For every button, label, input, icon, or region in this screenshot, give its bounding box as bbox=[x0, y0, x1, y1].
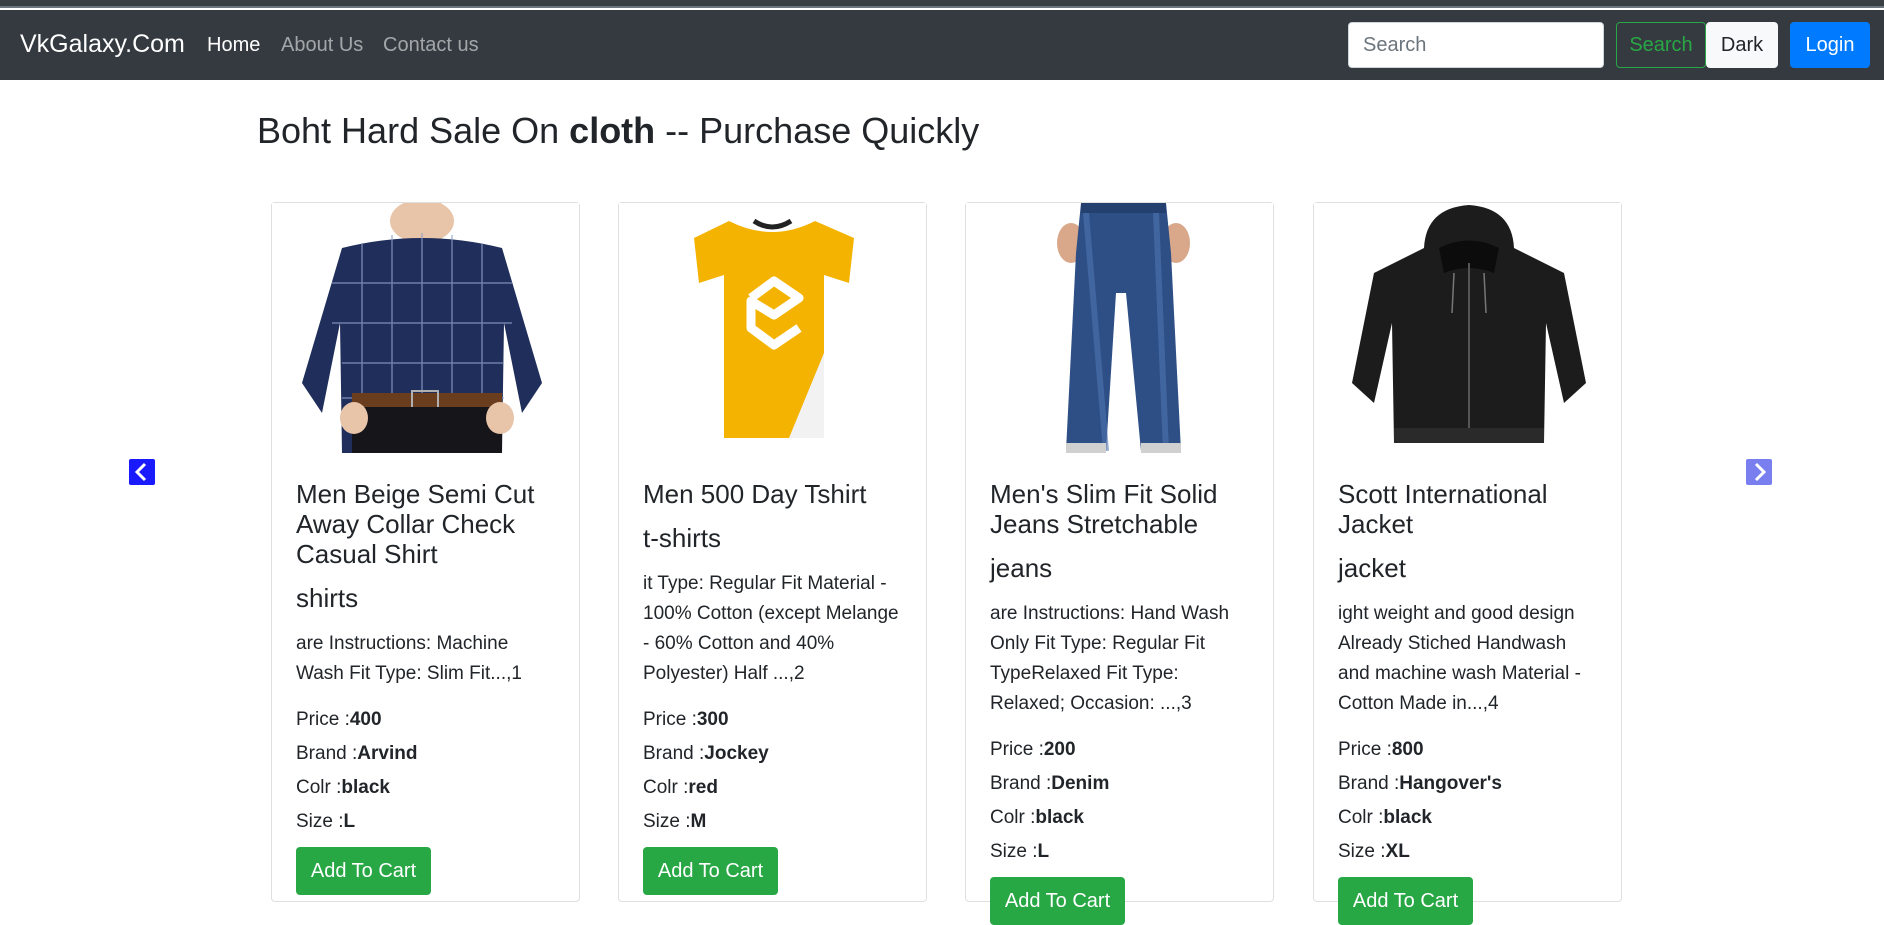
login-button[interactable]: Login bbox=[1790, 22, 1870, 68]
price-value: 400 bbox=[349, 709, 382, 730]
product-category: shirts bbox=[296, 583, 359, 613]
search-input[interactable] bbox=[1348, 22, 1604, 68]
size-label: Size : bbox=[643, 811, 691, 832]
dark-mode-button[interactable]: Dark bbox=[1706, 22, 1778, 68]
product-size: Size :L bbox=[990, 835, 1252, 869]
product-title: Men Beige Semi Cut Away Collar Check Cas… bbox=[296, 479, 535, 569]
product-color: Colr :red bbox=[643, 771, 905, 805]
color-label: Colr : bbox=[296, 777, 342, 798]
brand-value: Arvind bbox=[357, 743, 418, 764]
product-color: Colr :black bbox=[1338, 801, 1600, 835]
product-brand: Brand :Jockey bbox=[643, 737, 905, 771]
add-to-cart-button[interactable]: Add To Cart bbox=[990, 877, 1125, 925]
product-category: t-shirts bbox=[643, 523, 721, 553]
product-description: are Instructions: Machine Wash Fit Type:… bbox=[296, 633, 522, 684]
product-card: Men Beige Semi Cut Away Collar Check Cas… bbox=[271, 202, 580, 902]
product-color: Colr :black bbox=[296, 771, 558, 805]
price-label: Price : bbox=[296, 709, 350, 730]
product-card: Scott International Jacket jacket ight w… bbox=[1313, 202, 1622, 925]
price-value: 300 bbox=[696, 709, 729, 730]
product-size: Size :XL bbox=[1338, 835, 1600, 869]
brand-label: Brand : bbox=[990, 773, 1052, 794]
product-description: ight weight and good design Already Stic… bbox=[1338, 603, 1581, 714]
product-description: are Instructions: Hand Wash Only Fit Typ… bbox=[990, 603, 1230, 714]
add-to-cart-button[interactable]: Add To Cart bbox=[643, 847, 778, 895]
product-image-tshirt bbox=[619, 203, 926, 453]
size-value: M bbox=[690, 811, 707, 832]
product-title: Scott International Jacket bbox=[1338, 479, 1548, 539]
add-to-cart-button[interactable]: Add To Cart bbox=[1338, 877, 1473, 925]
nav-link-home[interactable]: Home bbox=[207, 34, 260, 57]
heading-prefix: Boht Hard Sale On bbox=[257, 110, 570, 151]
size-value: L bbox=[1037, 841, 1050, 862]
color-label: Colr : bbox=[643, 777, 689, 798]
price-label: Price : bbox=[643, 709, 697, 730]
size-label: Size : bbox=[1338, 841, 1386, 862]
product-brand: Brand :Denim bbox=[990, 767, 1252, 801]
product-image-jacket bbox=[1314, 203, 1621, 453]
product-category: jacket bbox=[1338, 553, 1406, 583]
brand-label: Brand : bbox=[643, 743, 705, 764]
product-card: Men's Slim Fit Solid Jeans Stretchable j… bbox=[965, 202, 1274, 925]
product-size: Size :L bbox=[296, 805, 558, 839]
brand-label: Brand : bbox=[1338, 773, 1400, 794]
product-brand: Brand :Arvind bbox=[296, 737, 558, 771]
page-heading: Boht Hard Sale On cloth -- Purchase Quic… bbox=[257, 110, 979, 152]
product-image-jeans bbox=[966, 203, 1273, 453]
price-value: 800 bbox=[1391, 739, 1424, 760]
card-body: Men Beige Semi Cut Away Collar Check Cas… bbox=[296, 479, 558, 895]
product-size: Size :M bbox=[643, 805, 905, 839]
nav-link-contact[interactable]: Contact us bbox=[383, 34, 479, 57]
product-image-shirt bbox=[272, 203, 579, 453]
heading-category: cloth bbox=[569, 110, 656, 151]
color-value: black bbox=[1035, 807, 1084, 828]
color-label: Colr : bbox=[990, 807, 1036, 828]
brand-value: Jockey bbox=[704, 743, 769, 764]
product-card: Men 500 Day Tshirt t-shirts it Type: Reg… bbox=[618, 202, 927, 902]
product-price: Price :400 bbox=[296, 703, 558, 737]
heading-suffix: -- Purchase Quickly bbox=[655, 110, 980, 151]
size-value: XL bbox=[1385, 841, 1410, 862]
chevron-right-icon bbox=[1754, 462, 1767, 482]
color-value: black bbox=[1383, 807, 1432, 828]
card-body: Men 500 Day Tshirt t-shirts it Type: Reg… bbox=[643, 479, 905, 895]
price-label: Price : bbox=[1338, 739, 1392, 760]
chevron-left-icon bbox=[134, 462, 147, 482]
product-price: Price :300 bbox=[643, 703, 905, 737]
brand-logo[interactable]: VkGalaxy.Com bbox=[20, 30, 185, 59]
navbar: VkGalaxy.Com Home About Us Contact us Se… bbox=[0, 10, 1884, 80]
carousel-next-button[interactable] bbox=[1746, 459, 1772, 485]
product-title: Men 500 Day Tshirt bbox=[643, 479, 867, 509]
product-title: Men's Slim Fit Solid Jeans Stretchable bbox=[990, 479, 1218, 539]
product-price: Price :200 bbox=[990, 733, 1252, 767]
price-value: 200 bbox=[1043, 739, 1076, 760]
card-body: Scott International Jacket jacket ight w… bbox=[1338, 479, 1600, 925]
carousel-prev-button[interactable] bbox=[129, 459, 155, 485]
product-brand: Brand :Hangover's bbox=[1338, 767, 1600, 801]
search-button[interactable]: Search bbox=[1616, 22, 1706, 68]
size-label: Size : bbox=[296, 811, 344, 832]
size-value: L bbox=[343, 811, 356, 832]
window-top-border bbox=[0, 0, 1884, 8]
brand-value: Denim bbox=[1051, 773, 1110, 794]
color-value: red bbox=[688, 777, 718, 798]
nav-link-about[interactable]: About Us bbox=[281, 34, 363, 57]
product-description: it Type: Regular Fit Material - 100% Cot… bbox=[643, 573, 899, 684]
product-color: Colr :black bbox=[990, 801, 1252, 835]
size-label: Size : bbox=[990, 841, 1038, 862]
product-category: jeans bbox=[990, 553, 1053, 583]
color-label: Colr : bbox=[1338, 807, 1384, 828]
add-to-cart-button[interactable]: Add To Cart bbox=[296, 847, 431, 895]
product-price: Price :800 bbox=[1338, 733, 1600, 767]
brand-value: Hangover's bbox=[1399, 773, 1502, 794]
card-body: Men's Slim Fit Solid Jeans Stretchable j… bbox=[990, 479, 1252, 925]
color-value: black bbox=[341, 777, 390, 798]
brand-label: Brand : bbox=[296, 743, 358, 764]
price-label: Price : bbox=[990, 739, 1044, 760]
